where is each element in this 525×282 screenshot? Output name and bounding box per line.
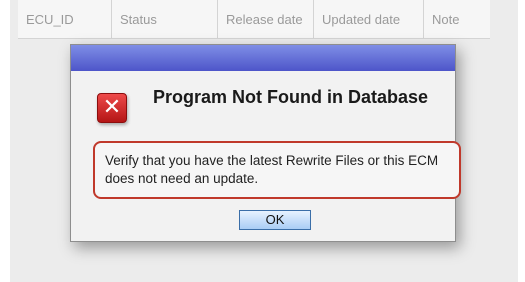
column-header-status[interactable]: Status xyxy=(112,0,218,38)
error-dialog: ✕ Program Not Found in Database Verify t… xyxy=(70,44,461,242)
error-icon: ✕ xyxy=(97,93,127,123)
ok-button[interactable]: OK xyxy=(239,210,311,230)
dialog-title: Program Not Found in Database xyxy=(153,87,429,107)
column-header-release-date[interactable]: Release date xyxy=(218,0,314,38)
dialog-title-bar[interactable] xyxy=(71,45,455,71)
table-header: ECU_ID Status Release date Updated date … xyxy=(18,0,490,39)
dialog-message: Verify that you have the latest Rewrite … xyxy=(93,141,461,199)
column-header-note[interactable]: Note xyxy=(424,0,490,38)
column-header-updated-date[interactable]: Updated date xyxy=(314,0,424,38)
column-header-ecu-id[interactable]: ECU_ID xyxy=(18,0,112,38)
